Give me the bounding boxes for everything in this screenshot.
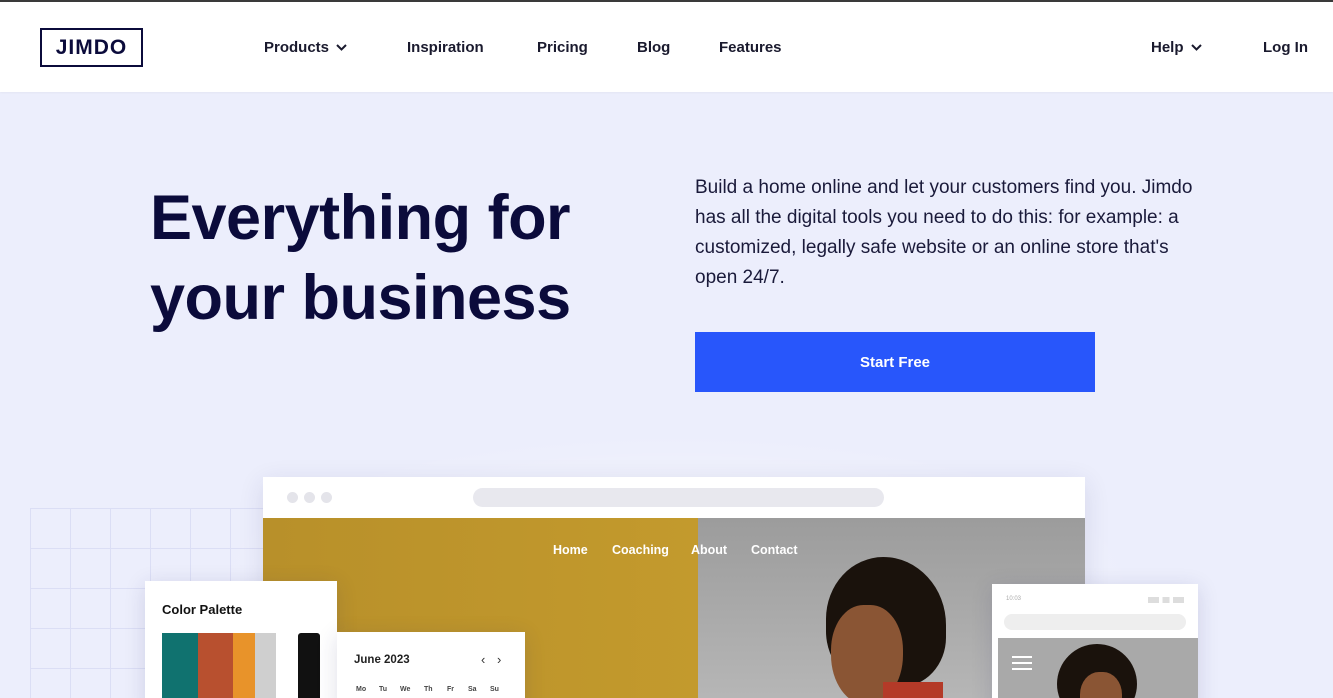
site-nav-coaching: Coaching: [612, 543, 669, 557]
chevron-down-icon: [335, 41, 348, 54]
chevron-left-icon: ‹: [481, 652, 486, 667]
mobile-mockup: 10:03: [992, 584, 1198, 698]
color-swatch-gray: [255, 633, 276, 698]
chevron-right-icon: ›: [497, 652, 502, 667]
site-nav-about: About: [691, 543, 728, 557]
start-free-button[interactable]: Start Free: [695, 332, 1095, 392]
hero-description: Build a home online and let your custome…: [695, 177, 1193, 288]
browser-toolbar: [263, 477, 1085, 518]
calendar-day-label: Th: [424, 686, 433, 693]
phone-status-icons: [1148, 597, 1184, 603]
nav-features[interactable]: Features: [719, 39, 782, 56]
address-bar: [473, 488, 884, 507]
top-navbar: JIMDO Products Inspiration Pricing Blog …: [0, 2, 1333, 92]
person-photo-shirt: [883, 682, 943, 698]
color-swatch-teal: [162, 633, 198, 698]
color-palette-title: Color Palette: [162, 602, 243, 617]
calendar-day-label: Tu: [379, 686, 388, 693]
jimdo-logo[interactable]: JIMDO: [40, 28, 143, 67]
hamburger-menu-icon: [1012, 656, 1032, 670]
nav-help-label: Help: [1151, 39, 1184, 56]
phone-address-bar: [1004, 614, 1186, 630]
color-palette-card: Color Palette: [145, 581, 337, 698]
phone-clock: 10:03: [1006, 596, 1022, 602]
calendar-day-label: Su: [490, 686, 499, 693]
nav-products[interactable]: Products: [264, 39, 348, 56]
calendar-day-label: Mo: [356, 686, 367, 693]
nav-login[interactable]: Log In: [1263, 39, 1308, 56]
window-dot: [287, 492, 298, 503]
nav-blog[interactable]: Blog: [637, 39, 670, 56]
hero-title-line1: Everything for: [150, 183, 571, 253]
calendar-day-label: We: [400, 686, 411, 693]
window-dot: [304, 492, 315, 503]
color-swatch-white: [276, 633, 298, 698]
hero-title-line2: your business: [150, 263, 571, 333]
color-swatch-rust: [198, 633, 233, 698]
nav-products-label: Products: [264, 39, 330, 56]
nav-inspiration[interactable]: Inspiration: [407, 39, 484, 56]
calendar-month: June 2023: [354, 654, 410, 666]
chevron-down-icon: [1190, 41, 1203, 54]
calendar-card: June 2023 ‹ › Mo Tu We Th Fr Sa Su: [337, 632, 525, 698]
hero-title: Everything for your business: [150, 178, 670, 338]
calendar-day-label: Fr: [447, 686, 454, 693]
color-swatch-orange: [233, 633, 255, 698]
calendar-day-label: Sa: [468, 686, 477, 693]
site-nav-home: Home: [553, 543, 588, 557]
nav-pricing[interactable]: Pricing: [537, 39, 588, 56]
color-swatch-black: [298, 633, 320, 698]
site-nav-contact: Contact: [751, 543, 798, 557]
nav-help[interactable]: Help: [1151, 39, 1203, 56]
window-dot: [321, 492, 332, 503]
